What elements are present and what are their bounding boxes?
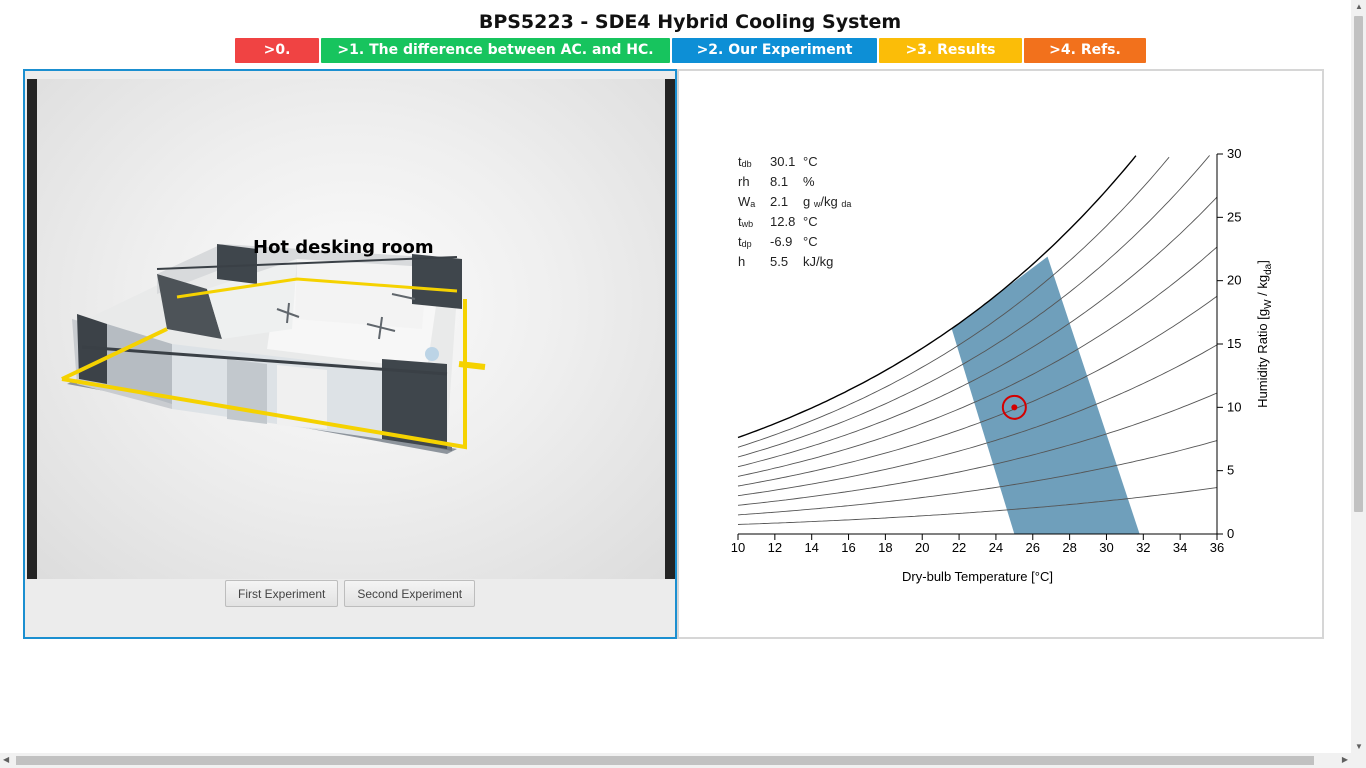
x-tick-label: 30 bbox=[1099, 540, 1113, 555]
readout-value: 5.5 bbox=[770, 254, 789, 269]
x-tick-label: 28 bbox=[1062, 540, 1076, 555]
y-tick-label: 20 bbox=[1227, 273, 1241, 288]
readout-value: 2.1 bbox=[770, 194, 789, 209]
readout-unit: °C bbox=[803, 234, 818, 249]
x-tick-label: 12 bbox=[768, 540, 782, 555]
readout-unit: kJ/kg bbox=[803, 254, 834, 269]
tab-results[interactable]: >3. Results bbox=[879, 38, 1022, 63]
second-experiment-button[interactable]: Second Experiment bbox=[344, 580, 476, 607]
horizontal-scroll-thumb[interactable] bbox=[16, 756, 1314, 765]
readout-value: 12.8 bbox=[770, 214, 796, 229]
x-tick-label: 10 bbox=[731, 540, 745, 555]
tab-experiment[interactable]: >2. Our Experiment bbox=[672, 38, 877, 63]
readout-unit: °C bbox=[803, 214, 818, 229]
readout-value: 8.1 bbox=[770, 174, 789, 189]
x-tick-label: 16 bbox=[841, 540, 855, 555]
x-tick-label: 20 bbox=[915, 540, 929, 555]
tab-intro[interactable]: >0. bbox=[235, 38, 319, 63]
page-title: BPS5223 - SDE4 Hybrid Cooling System bbox=[478, 11, 902, 33]
x-tick-label: 22 bbox=[952, 540, 966, 555]
scroll-right-icon[interactable]: ▶ bbox=[1342, 755, 1348, 764]
scroll-up-icon[interactable]: ▲ bbox=[1355, 2, 1363, 11]
first-experiment-button[interactable]: First Experiment bbox=[225, 580, 339, 607]
x-tick-label: 26 bbox=[1026, 540, 1040, 555]
vertical-scrollbar[interactable]: ▲ ▼ bbox=[1351, 0, 1366, 753]
rh-curve bbox=[737, 487, 1218, 525]
readout-label: tdp bbox=[738, 234, 752, 249]
tab-difference[interactable]: >1. The difference between AC. and HC. bbox=[321, 38, 670, 63]
room-label: Hot desking room bbox=[253, 237, 434, 258]
x-tick-label: 36 bbox=[1210, 540, 1224, 555]
3d-viewer[interactable]: Hot desking room bbox=[27, 79, 675, 579]
x-tick-label: 24 bbox=[989, 540, 1003, 555]
readout-label: twb bbox=[738, 214, 754, 229]
readout-tdp: tdp -6.9 °C bbox=[738, 232, 851, 252]
readout-label: rh bbox=[738, 174, 750, 189]
state-readout: tdb 30.1 °C rh 8.1 % Wa 2.1 g w/kg da tw… bbox=[738, 152, 851, 272]
readout-h: h 5.5 kJ/kg bbox=[738, 252, 851, 272]
experiment-buttons: First Experiment Second Experiment bbox=[225, 580, 476, 607]
readout-label: h bbox=[738, 254, 746, 269]
y-tick-label: 15 bbox=[1227, 336, 1241, 351]
tab-refs[interactable]: >4. Refs. bbox=[1024, 38, 1146, 63]
readout-wa: Wa 2.1 g w/kg da bbox=[738, 192, 851, 212]
readout-unit: % bbox=[803, 174, 815, 189]
nav-tabs: >0. >1. The difference between AC. and H… bbox=[235, 38, 1146, 63]
y-axis-label: Humidity Ratio [gW / kgda] bbox=[1255, 260, 1274, 408]
readout-label: Wa bbox=[738, 194, 756, 209]
scroll-left-icon[interactable]: ◀ bbox=[3, 755, 9, 764]
x-tick-label: 32 bbox=[1136, 540, 1150, 555]
readout-twb: twb 12.8 °C bbox=[738, 212, 851, 232]
x-tick-label: 34 bbox=[1173, 540, 1187, 555]
readout-tdb: tdb 30.1 °C bbox=[738, 152, 851, 172]
readout-value: 30.1 bbox=[770, 154, 796, 169]
y-tick-label: 5 bbox=[1227, 463, 1234, 478]
y-tick-label: 0 bbox=[1227, 526, 1234, 541]
x-tick-label: 18 bbox=[878, 540, 892, 555]
rh-curve bbox=[737, 440, 1218, 516]
state-point-dot bbox=[1011, 404, 1018, 411]
model-panel: Hot desking room First Experiment Second… bbox=[23, 69, 677, 639]
y-tick-label: 25 bbox=[1227, 209, 1241, 224]
x-tick-label: 14 bbox=[804, 540, 818, 555]
horizontal-scrollbar[interactable]: ◀ ▶ bbox=[0, 753, 1366, 768]
scroll-down-icon[interactable]: ▼ bbox=[1355, 742, 1363, 751]
readout-unit: g w/kg da bbox=[803, 194, 852, 209]
y-tick-label: 30 bbox=[1227, 146, 1241, 161]
readout-label: tdb bbox=[738, 154, 752, 169]
y-tick-label: 10 bbox=[1227, 399, 1241, 414]
room-model[interactable] bbox=[27, 79, 675, 579]
vertical-scroll-thumb[interactable] bbox=[1354, 16, 1363, 512]
readout-value: -6.9 bbox=[770, 234, 793, 249]
readout-unit: °C bbox=[803, 154, 818, 169]
x-axis-label: Dry-bulb Temperature [°C] bbox=[902, 569, 1053, 584]
readout-rh: rh 8.1 % bbox=[738, 172, 851, 192]
